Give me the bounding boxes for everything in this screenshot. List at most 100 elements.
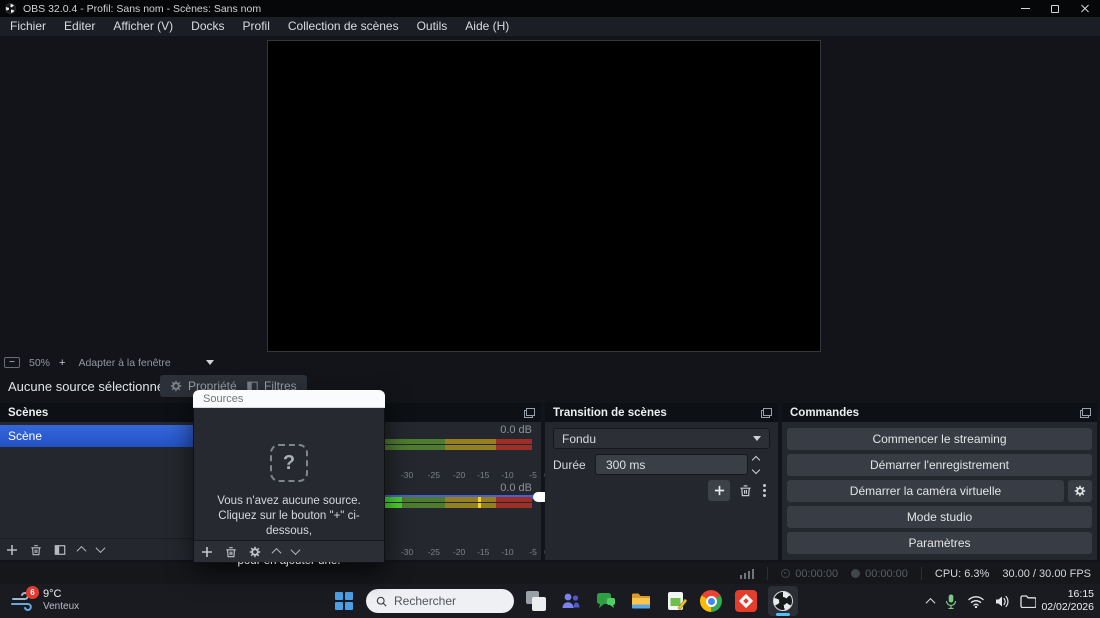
window-titlebar: OBS 32.0.4 - Profil: Sans nom - Scènes: … [0,0,1100,17]
scene-name: Scène [8,429,42,443]
meter-peak-tick [478,497,481,502]
weather-widget[interactable]: 6 9°C Venteux [10,588,79,613]
search-icon [376,595,387,608]
obs-taskbar-icon-active[interactable] [768,586,798,616]
menu-outils[interactable]: Outils [408,17,457,36]
clock-date: 02/02/2026 [1041,601,1094,614]
remove-source-button[interactable] [225,546,237,558]
remove-transition-button[interactable] [739,484,752,497]
transition-selected-value: Fondu [562,432,596,446]
minimize-button[interactable] [1010,0,1040,17]
duration-input[interactable] [595,454,748,475]
add-scene-button[interactable] [6,544,18,556]
minimize-icon [1021,8,1030,9]
system-tray [927,584,1036,618]
move-scene-down-button[interactable] [96,543,106,553]
close-button[interactable] [1070,0,1100,17]
scene-transitions-panel: Transition de scènes Fondu Durée [545,403,778,560]
sources-floating-dock: Sources ? Vous n'avez aucune source. Cli… [193,390,385,563]
move-scene-up-button[interactable] [77,546,87,556]
start-recording-button[interactable]: Démarrer l'enregistrement [787,454,1092,476]
sources-window-body: ? Vous n'avez aucune source. Cliquez sur… [193,408,385,563]
chat-icon[interactable] [593,588,619,614]
window-title: OBS 32.0.4 - Profil: Sans nom - Scènes: … [23,3,261,15]
controls-title-label: Commandes [790,407,859,419]
menu-collection-scenes[interactable]: Collection de scènes [279,17,408,36]
zoom-in-button[interactable]: + [59,357,65,369]
transition-more-button[interactable] [761,482,768,499]
chevron-down-icon[interactable] [206,360,214,365]
zoom-out-button[interactable]: − [4,357,20,368]
document-editor-icon[interactable] [663,588,689,614]
wifi-icon[interactable] [968,595,984,608]
speaker-icon[interactable] [995,595,1009,608]
separator [921,567,922,580]
virtual-camera-settings-button[interactable] [1068,480,1092,502]
spin-up-icon[interactable] [752,455,760,463]
gear-icon [170,380,182,392]
transition-select[interactable]: Fondu [553,428,770,449]
no-source-selected-label: Aucune source sélectionné [8,379,164,394]
stream-status-icon [781,569,790,578]
plus-icon [714,485,725,496]
dock-float-icon[interactable] [524,408,535,418]
remove-scene-button[interactable] [30,544,42,556]
duration-label: Durée [553,458,595,472]
file-explorer-icon[interactable] [628,588,654,614]
chrome-icon[interactable] [698,588,724,614]
search-input[interactable] [394,594,504,608]
taskbar-clock[interactable]: 16:15 02/02/2026 [1041,588,1094,614]
start-button[interactable] [331,588,357,614]
menu-editer[interactable]: Editer [55,17,104,36]
preview-canvas [267,40,821,352]
menu-profil[interactable]: Profil [234,17,279,36]
spin-down-icon[interactable] [752,465,760,473]
source-properties-button[interactable] [249,546,261,558]
add-transition-button[interactable] [708,480,730,501]
settings-button[interactable]: Paramètres [787,532,1092,554]
dock-float-icon[interactable] [1080,408,1091,418]
transitions-title-label: Transition de scènes [553,407,667,419]
zoom-level: 50% [29,357,50,369]
scene-list-item-selected[interactable]: Scène [0,425,193,447]
status-bar: 00:00:00 00:00:00 CPU: 6.3% 30.00 / 30.0… [0,563,1100,584]
separator [767,567,768,580]
teams-icon[interactable] [558,588,584,614]
dock-float-icon[interactable] [761,408,772,418]
start-virtual-camera-button[interactable]: Démarrer la caméra virtuelle [787,480,1064,502]
menu-aide[interactable]: Aide (H) [456,17,518,36]
studio-mode-button[interactable]: Mode studio [787,506,1092,528]
maximize-button[interactable] [1040,0,1070,17]
scene-filters-button[interactable] [54,544,66,556]
folder-tray-icon[interactable] [1020,595,1036,608]
scenes-title-label: Scènes [8,407,48,419]
start-streaming-button[interactable]: Commencer le streaming [787,428,1092,450]
cpu-usage: CPU: 6.3% [935,568,989,580]
record-status-icon [851,569,860,578]
move-source-up-button[interactable] [272,548,282,558]
fit-to-window-label[interactable]: Adapter à la fenêtre [78,357,170,369]
chevron-down-icon [753,436,761,441]
move-source-down-button[interactable] [291,545,301,555]
duration-spinner[interactable] [753,457,759,473]
red-arrows-app-icon[interactable] [733,588,759,614]
add-source-button[interactable] [201,546,213,558]
menu-docks[interactable]: Docks [182,17,233,36]
record-timer: 00:00:00 [851,568,908,580]
scenes-toolbar [0,538,193,560]
obs-logo-icon [773,591,793,611]
menu-fichier[interactable]: Fichier [1,17,55,36]
tray-chevron-up-icon[interactable] [926,597,936,607]
question-mark-icon: ? [270,444,308,482]
task-view-icon[interactable] [523,588,549,614]
menu-bar: Fichier Editer Afficher (V) Docks Profil… [0,17,1100,36]
weather-temp: 9°C [43,588,79,601]
sources-window-titlebar[interactable]: Sources [193,390,385,408]
clock-time: 16:15 [1041,588,1094,601]
fps-indicator: 30.00 / 30.00 FPS [1002,568,1091,580]
gear-icon [1074,485,1086,497]
scenes-panel: Scènes Scène [0,403,193,560]
taskbar-search[interactable] [366,589,514,613]
microphone-icon[interactable] [945,594,957,609]
menu-afficher[interactable]: Afficher (V) [104,17,182,36]
